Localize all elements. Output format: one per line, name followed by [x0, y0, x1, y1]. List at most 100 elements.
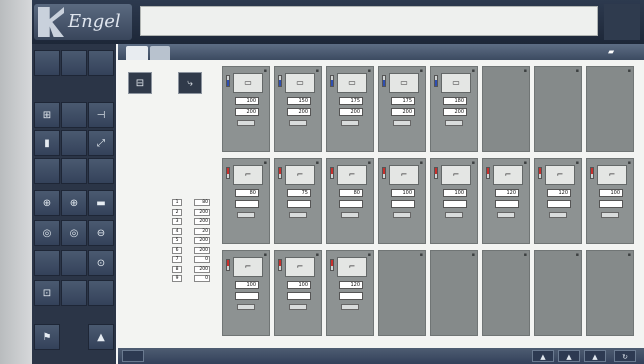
axis-value-field[interactable]: 200 — [194, 265, 210, 273]
zone-toggle-button[interactable] — [445, 120, 463, 126]
cycle-button[interactable]: ⊙ — [88, 250, 114, 276]
zone-limit[interactable] — [443, 200, 467, 208]
zone-limit[interactable] — [339, 200, 363, 208]
zone-limit[interactable] — [235, 292, 259, 300]
temp-button[interactable]: ⊖ — [88, 220, 114, 246]
zone-limit[interactable] — [339, 292, 363, 300]
zone-tile[interactable]: ▪ ⌐ 100 — [378, 158, 426, 244]
axis-value-field[interactable]: 0 — [194, 275, 210, 282]
axis-position-field[interactable]: 7 — [172, 256, 182, 263]
zone-setpoint[interactable]: 150 — [287, 97, 311, 105]
zone-toggle-button[interactable] — [237, 304, 255, 310]
message-bar[interactable] — [140, 6, 598, 36]
zone-tile-empty[interactable]: ▪ — [586, 66, 634, 152]
scroll-button[interactable] — [122, 350, 144, 362]
axis-position-field[interactable]: 8 — [172, 265, 182, 273]
zone-tile-empty[interactable]: ▪ — [534, 250, 582, 336]
zone-tile-empty[interactable]: ▪ — [482, 66, 530, 152]
zone-toggle-button[interactable] — [341, 120, 359, 126]
zone-tile[interactable]: ▪ ⌐ 100 — [430, 158, 478, 244]
heat-button[interactable]: ⊕ — [61, 190, 87, 216]
zone-setpoint[interactable]: 100 — [599, 189, 623, 197]
axis-position-field[interactable]: 1 — [172, 199, 182, 206]
axis-position-field[interactable]: 9 — [172, 275, 182, 282]
zone-toggle-button[interactable] — [393, 212, 411, 218]
axis-position-field[interactable]: 3 — [172, 218, 182, 225]
zone-tile[interactable]: ▪ ⌐ 100 — [222, 250, 270, 336]
zone-tile[interactable]: ▪ ⌐ 100 — [586, 158, 634, 244]
function-button[interactable] — [34, 50, 60, 76]
refresh-button[interactable]: ↻ — [614, 350, 636, 362]
zone-tile[interactable]: ▪ ▭ 180 200 — [430, 66, 478, 152]
zone-tile-empty[interactable]: ▪ — [430, 250, 478, 336]
zone-tile[interactable]: ▪ ⌐ 80 — [326, 158, 374, 244]
heat-button[interactable]: ⊕ — [34, 190, 60, 216]
zone-limit[interactable]: 200 — [339, 108, 363, 116]
tab-secondary[interactable] — [150, 46, 170, 60]
axis-position-field[interactable]: 2 — [172, 208, 182, 216]
zone-tile-empty[interactable]: ▪ — [378, 250, 426, 336]
zone-setpoint[interactable]: 80 — [339, 189, 363, 197]
axis-value-field[interactable]: 0 — [194, 256, 210, 263]
zone-limit[interactable] — [547, 200, 571, 208]
function-button[interactable] — [61, 50, 87, 76]
zone-toggle-button[interactable] — [289, 212, 307, 218]
zone-setpoint[interactable]: 175 — [391, 97, 415, 105]
axis-value-field[interactable]: 20 — [194, 227, 210, 235]
zone-limit[interactable] — [287, 200, 311, 208]
zone-limit[interactable] — [391, 200, 415, 208]
zone-tile[interactable]: ▪ ⌐ 120 — [534, 158, 582, 244]
zone-tile[interactable]: ▪ ▭ 150 200 — [274, 66, 322, 152]
injection-button[interactable]: ⊣ — [88, 102, 114, 128]
zone-toggle-button[interactable] — [341, 304, 359, 310]
tab-active[interactable] — [126, 46, 148, 60]
zone-tile-empty[interactable]: ▪ — [586, 250, 634, 336]
function-button[interactable] — [88, 280, 114, 306]
zone-setpoint[interactable]: 175 — [339, 97, 363, 105]
zone-tile[interactable]: ▪ ⌐ 75 — [274, 158, 322, 244]
core-button[interactable]: ▮ — [34, 130, 60, 156]
alarm-button[interactable]: ⚑ — [34, 324, 60, 350]
zone-setpoint[interactable]: 100 — [287, 281, 311, 289]
axis-value-field[interactable]: 200 — [194, 208, 210, 216]
function-button[interactable] — [61, 280, 87, 306]
zone-tile[interactable]: ▪ ⌐ 80 — [222, 158, 270, 244]
zone-setpoint[interactable]: 120 — [339, 281, 363, 289]
zone-toggle-button[interactable] — [237, 212, 255, 218]
footer-button[interactable]: ▲ — [584, 350, 606, 362]
function-button[interactable] — [61, 130, 87, 156]
zone-toggle-button[interactable] — [341, 212, 359, 218]
temp-button[interactable]: ◎ — [34, 220, 60, 246]
zone-setpoint[interactable]: 75 — [287, 189, 311, 197]
zone-setpoint[interactable]: 80 — [235, 189, 259, 197]
footer-button[interactable]: ▲ — [532, 350, 554, 362]
zone-limit[interactable]: 200 — [391, 108, 415, 116]
zone-setpoint[interactable]: 100 — [235, 97, 259, 105]
zone-setpoint[interactable]: 120 — [495, 189, 519, 197]
mold-button[interactable]: ⊞ — [34, 102, 60, 128]
footer-button[interactable]: ▲ — [558, 350, 580, 362]
lock-button[interactable]: ⊡ — [34, 280, 60, 306]
function-button[interactable] — [34, 158, 60, 184]
zone-toggle-button[interactable] — [289, 304, 307, 310]
zone-tile[interactable]: ▪ ⌐ 120 — [326, 250, 374, 336]
zone-setpoint[interactable]: 100 — [443, 189, 467, 197]
zone-limit[interactable] — [235, 200, 259, 208]
zone-setpoint[interactable]: 100 — [391, 189, 415, 197]
function-button[interactable]: ▲ — [88, 324, 114, 350]
function-button[interactable] — [88, 50, 114, 76]
axis-value-field[interactable]: 200 — [194, 218, 210, 225]
axis-position-field[interactable]: 5 — [172, 237, 182, 244]
zone-toggle-button[interactable] — [237, 120, 255, 126]
temp-button[interactable]: ◎ — [61, 220, 87, 246]
zone-limit[interactable] — [599, 200, 623, 208]
robot-button[interactable]: ▬ — [88, 190, 114, 216]
axis-value-field[interactable]: 80 — [194, 199, 210, 206]
zone-toggle-button[interactable] — [549, 212, 567, 218]
function-button[interactable] — [61, 250, 87, 276]
function-button[interactable] — [61, 102, 87, 128]
axis-position-field[interactable]: 4 — [172, 227, 182, 235]
zone-tile[interactable]: ▪ ▭ 175 200 — [378, 66, 426, 152]
zone-toggle-button[interactable] — [289, 120, 307, 126]
zone-limit[interactable] — [287, 292, 311, 300]
